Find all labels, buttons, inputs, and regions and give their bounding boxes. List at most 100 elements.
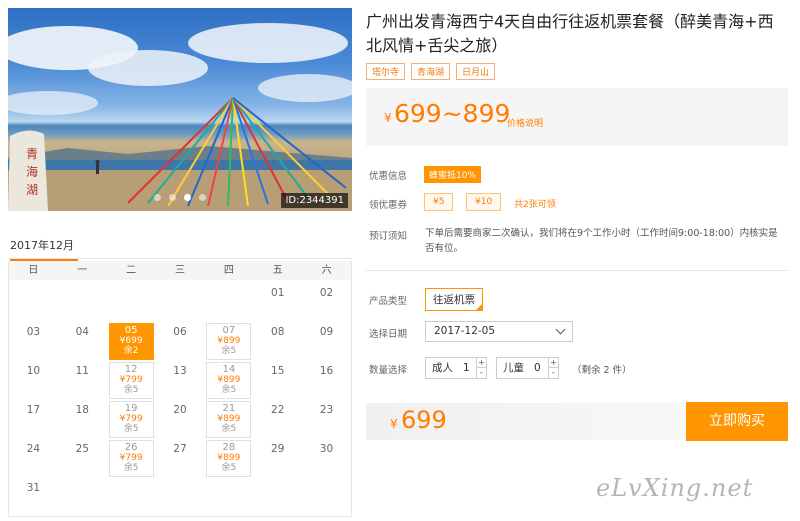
product-tags: 塔尔寺 青海湖 日月山	[366, 63, 496, 80]
carousel-dot-active[interactable]	[184, 194, 191, 201]
child-stepper[interactable]: 儿童 0 + -	[496, 357, 559, 379]
calendar-day: 06	[156, 323, 205, 362]
calendar-day-available[interactable]: 19 ¥799 余5	[107, 401, 156, 440]
weekday-label: 三	[174, 265, 185, 276]
adult-label: 成人	[432, 362, 453, 374]
day-number: 10	[26, 365, 41, 377]
booking-notice-text: 下单后需要商家二次确认，我们将在9个工作小时（工作时间9:00-18:00）内核…	[425, 228, 778, 254]
price-note-link[interactable]: 价格说明	[507, 116, 543, 129]
adult-count[interactable]: 1	[463, 358, 470, 378]
calendar-weekday-header: 日一二三四五六	[9, 261, 351, 280]
day-number: 20	[173, 404, 187, 416]
calendar-day: 20	[156, 401, 205, 440]
coupon-label: 领优惠券	[369, 200, 408, 211]
day-number: 08	[271, 326, 285, 338]
calendar-day-available[interactable]: 14 ¥899 余5	[204, 362, 253, 401]
discount-label: 优惠信息	[369, 171, 408, 182]
booking-notice-label: 预订须知	[369, 231, 408, 242]
calendar-day-box: 05 ¥699 余2	[108, 323, 154, 360]
calendar-day: 24	[9, 440, 58, 479]
calendar-day-available[interactable]: 12 ¥799 余5	[107, 362, 156, 401]
calendar-day-box: 14 ¥899 余5	[206, 362, 252, 399]
calendar-day: 25	[58, 440, 107, 479]
day-number: 30	[319, 443, 334, 455]
date-dropdown[interactable]: 2017-12-05	[425, 321, 573, 342]
calendar-day-available[interactable]: 28 ¥899 余5	[204, 440, 253, 479]
product-hero-image[interactable]: 青 海 湖 ID:2344391	[8, 8, 352, 211]
calendar-day-box: 07 ¥899 余5	[206, 323, 252, 360]
price-summary: ¥ 699~899 价格说明	[366, 88, 788, 146]
adult-stepper[interactable]: 成人 1 + -	[425, 357, 487, 379]
date-dropdown-value: 2017-12-05	[434, 325, 496, 337]
day-price: ¥799	[119, 414, 143, 424]
calendar-day-available[interactable]: 21 ¥899 余5	[204, 401, 253, 440]
adult-stepper-buttons: + -	[476, 358, 486, 378]
calendar-day: 22	[253, 401, 302, 440]
adult-increment-button[interactable]: +	[477, 358, 486, 368]
rock-char-1: 青	[26, 147, 38, 161]
calendar-day-selected[interactable]: 05 ¥699 余2	[107, 323, 156, 362]
child-label: 儿童	[503, 362, 524, 374]
weekday-label: 四	[223, 265, 234, 276]
carousel-dot[interactable]	[169, 194, 176, 201]
day-price: ¥899	[217, 414, 241, 424]
select-date-label: 选择日期	[369, 329, 408, 340]
carousel-dots	[154, 194, 206, 201]
calendar-day-available[interactable]: 07 ¥899 余5	[204, 323, 253, 362]
calendar-day-box: 12 ¥799 余5	[108, 362, 154, 399]
day-stock: 余5	[123, 463, 139, 473]
coupon-10[interactable]: ¥10	[466, 193, 502, 211]
calendar-day: 29	[253, 440, 302, 479]
day-stock: 余5	[123, 424, 139, 434]
product-title: 广州出发青海西宁4天自由行往返机票套餐（醉美青海+西北风情+舌尖之旅）	[366, 12, 774, 55]
section-divider	[366, 270, 788, 271]
day-number: 31	[26, 482, 41, 494]
child-decrement-button[interactable]: -	[549, 368, 558, 378]
day-price: ¥799	[119, 453, 143, 463]
calendar-day: 03	[9, 323, 58, 362]
weekday-label: 一	[77, 265, 88, 276]
day-number: 19	[124, 403, 138, 414]
coupon-claim-link[interactable]: 共2张可领	[514, 197, 556, 210]
weekday-label: 二	[126, 265, 137, 276]
calendar-empty-cell	[253, 479, 302, 518]
day-number: 21	[222, 403, 236, 414]
chevron-down-icon	[555, 324, 566, 335]
hero-scenery: 青 海 湖	[8, 23, 352, 211]
buy-now-button[interactable]: 立即购买	[686, 402, 788, 441]
carousel-dot[interactable]	[154, 194, 161, 201]
day-number: 23	[319, 404, 334, 416]
coupon-5[interactable]: ¥5	[424, 193, 454, 211]
calendar-day-box: 26 ¥799 余5	[108, 440, 154, 477]
tag-ta-er-si[interactable]: 塔尔寺	[366, 63, 406, 80]
discount-badge: 蜂蜜抵10%	[424, 166, 482, 183]
day-number: 01	[271, 287, 285, 299]
calendar-empty-cell	[58, 284, 107, 323]
day-number: 29	[271, 443, 285, 455]
product-type-option-selected[interactable]: 往返机票	[425, 288, 483, 311]
day-number: 09	[319, 326, 334, 338]
image-id-label: ID:2344391	[281, 193, 348, 208]
day-number: 03	[26, 326, 41, 338]
price-calendar: 日一二三四五六 01 02 03 04 05 ¥699 余2 06 07 ¥899 余5 08 09 10…	[8, 261, 352, 517]
tag-riyue-mountain[interactable]: 日月山	[456, 63, 496, 80]
calendar-day: 16	[302, 362, 351, 401]
day-stock: 余5	[221, 463, 237, 473]
carousel-dot[interactable]	[199, 194, 206, 201]
calendar-day-available[interactable]: 26 ¥799 余5	[107, 440, 156, 479]
day-stock: 余5	[123, 385, 139, 395]
day-number: 14	[222, 364, 236, 375]
total-currency: ¥	[390, 417, 398, 431]
day-number: 04	[75, 326, 89, 338]
adult-decrement-button[interactable]: -	[477, 368, 486, 378]
child-count[interactable]: 0	[534, 358, 541, 378]
calendar-day: 09	[302, 323, 351, 362]
calendar-empty-cell	[302, 479, 351, 518]
calendar-day: 01	[253, 284, 302, 323]
child-increment-button[interactable]: +	[549, 358, 558, 368]
calendar-day: 31	[9, 479, 58, 518]
child-stepper-buttons: + -	[548, 358, 558, 378]
calendar-day-box: 19 ¥799 余5	[108, 401, 154, 438]
tag-qinghai-lake[interactable]: 青海湖	[411, 63, 451, 80]
day-stock: 余5	[221, 424, 237, 434]
